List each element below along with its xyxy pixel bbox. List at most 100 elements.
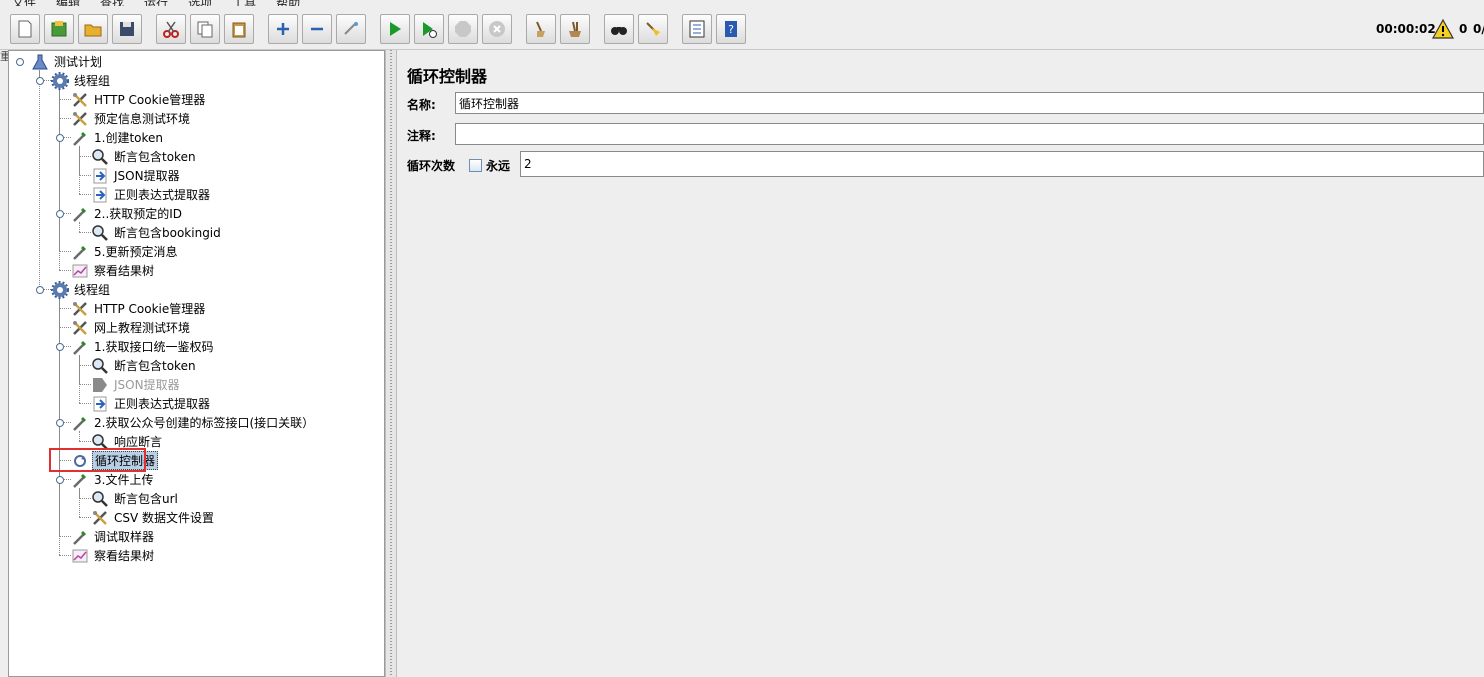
start-no-pause-button[interactable] <box>414 14 444 44</box>
name-field[interactable] <box>455 92 1484 114</box>
toolbar: ? 00:00:02 0 0/ <box>0 6 1484 50</box>
forever-checkbox[interactable] <box>469 159 482 172</box>
tree-expand-handle[interactable] <box>56 474 64 484</box>
tree-node-label: 1.获取接口统一鉴权码 <box>94 340 214 354</box>
tree-node[interactable]: 5.更新预定消息 <box>71 242 179 261</box>
magnifier-icon <box>91 224 109 242</box>
cut-button[interactable] <box>156 14 186 44</box>
templates-button[interactable] <box>44 14 74 44</box>
toggle-button[interactable] <box>336 14 366 44</box>
tree-node-label: 3.文件上传 <box>94 473 154 487</box>
tree-node-label: 2.获取公众号创建的标签接口(接口关联） <box>94 416 315 430</box>
tree-node-label: 调试取样器 <box>94 530 155 544</box>
tree-node[interactable]: JSON提取器 <box>91 166 182 185</box>
search-button[interactable] <box>604 14 634 44</box>
tree-connector-h <box>79 403 91 404</box>
tree-node[interactable]: 预定信息测试环境 <box>71 109 192 128</box>
function-helper-button[interactable] <box>682 14 712 44</box>
tree-expand-handle[interactable] <box>56 341 64 351</box>
paste-button[interactable] <box>224 14 254 44</box>
open-button[interactable] <box>78 14 108 44</box>
tree-node[interactable]: 网上教程测试环境 <box>71 318 192 337</box>
copy-button[interactable] <box>190 14 220 44</box>
comment-label: 注释: <box>407 129 436 143</box>
tree-node-label: 断言包含url <box>114 492 178 506</box>
reset-search-button[interactable] <box>638 14 668 44</box>
extractor-disabled-icon <box>91 376 109 394</box>
tree-expand-handle[interactable] <box>56 417 64 427</box>
tree-node[interactable]: 2..获取预定的ID <box>71 204 184 223</box>
forever-label: 永远 <box>486 159 511 173</box>
tree-node[interactable]: 线程组 <box>51 280 112 299</box>
loop-count-field[interactable] <box>520 151 1484 177</box>
tree-connector-h <box>59 270 71 271</box>
comment-field[interactable] <box>455 123 1484 145</box>
tree-node-label: 测试计划 <box>54 55 103 69</box>
tree-node[interactable]: 正则表达式提取器 <box>91 394 212 413</box>
tree-connector-v <box>79 222 80 232</box>
config-tools-icon <box>71 319 89 337</box>
collapse-button[interactable] <box>302 14 332 44</box>
help-button[interactable]: ? <box>716 14 746 44</box>
tree-node[interactable]: 1.获取接口统一鉴权码 <box>71 337 215 356</box>
tree-node-label: JSON提取器 <box>114 169 180 183</box>
tree-expand-handle[interactable] <box>36 75 44 85</box>
tree-expand-handle[interactable] <box>16 56 24 66</box>
stop-icon <box>455 21 471 37</box>
tree-node-label: 察看结果树 <box>94 549 155 563</box>
panel-title: 循环控制器 <box>407 67 488 86</box>
new-file-icon <box>18 20 32 38</box>
tree-node[interactable]: HTTP Cookie管理器 <box>71 90 207 109</box>
tree-node[interactable]: 断言包含url <box>91 489 180 508</box>
tree-node[interactable]: 线程组 <box>51 71 112 90</box>
tree-expand-handle[interactable] <box>56 132 64 142</box>
broom-all-icon <box>569 21 581 37</box>
tree-connector-h <box>79 498 91 499</box>
expand-button[interactable] <box>268 14 298 44</box>
tree-node-label: 线程组 <box>74 283 111 297</box>
save-icon <box>120 22 134 36</box>
shutdown-icon <box>489 21 505 37</box>
shutdown-button[interactable] <box>482 14 512 44</box>
tree-node-label: 断言包含bookingid <box>114 226 221 240</box>
tree-node-label: 线程组 <box>74 74 111 88</box>
tree-expand-handle[interactable] <box>36 284 44 294</box>
tree-node[interactable]: 察看结果树 <box>71 546 156 565</box>
tree-node[interactable]: 3.文件上传 <box>71 470 155 489</box>
tree-connector-h <box>59 555 71 556</box>
tree-node-label: 断言包含token <box>114 359 196 373</box>
tree-node[interactable]: 正则表达式提取器 <box>91 185 212 204</box>
tree-node[interactable]: 断言包含bookingid <box>91 223 223 242</box>
tree-connector-h <box>59 251 71 252</box>
warning-icon[interactable] <box>1432 18 1454 40</box>
new-button[interactable] <box>10 14 40 44</box>
magnifier-icon <box>91 357 109 375</box>
stop-button[interactable] <box>448 14 478 44</box>
play-icon <box>390 22 401 36</box>
clear-button[interactable] <box>526 14 556 44</box>
sampler-pipette-icon <box>71 471 89 489</box>
tree-node[interactable]: 断言包含token <box>91 147 198 166</box>
start-button[interactable] <box>380 14 410 44</box>
tree-node-label: 正则表达式提取器 <box>114 397 211 411</box>
tree-node-label: 察看结果树 <box>94 264 155 278</box>
tree-node[interactable]: 测试计划 <box>31 52 104 71</box>
tree-node[interactable]: CSV 数据文件设置 <box>91 508 216 527</box>
test-plan-tree[interactable]: 测试计划 线程组 HTTP Cookie管理器 预定信息测试环境 1.创建token 断言… <box>8 50 385 677</box>
tree-connector-v <box>39 70 40 289</box>
listener-chart-icon <box>71 547 89 565</box>
clear-all-button[interactable] <box>560 14 590 44</box>
tree-node-label: 2..获取预定的ID <box>94 207 183 221</box>
tree-node[interactable]: 察看结果树 <box>71 261 156 280</box>
tree-node[interactable]: HTTP Cookie管理器 <box>71 299 207 318</box>
tree-node[interactable]: 断言包含token <box>91 356 198 375</box>
tree-node[interactable]: 1.创建token <box>71 128 165 147</box>
tree-node[interactable]: 调试取样器 <box>71 527 156 546</box>
gear-icon <box>51 71 69 90</box>
tree-node[interactable]: JSON提取器 <box>91 375 182 394</box>
list-icon <box>689 20 705 38</box>
pane-splitter[interactable] <box>385 50 397 677</box>
save-button[interactable] <box>112 14 142 44</box>
tree-expand-handle[interactable] <box>56 208 64 218</box>
tree-node[interactable]: 2.获取公众号创建的标签接口(接口关联） <box>71 413 316 432</box>
